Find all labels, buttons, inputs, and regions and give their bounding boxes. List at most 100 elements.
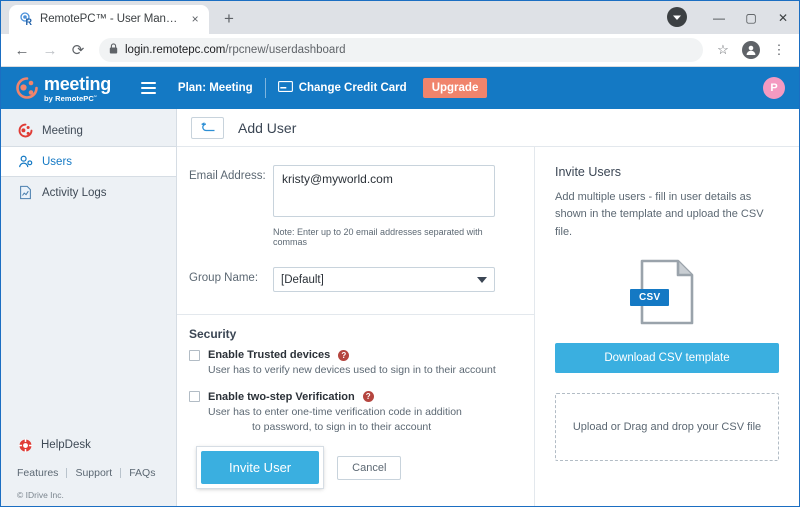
security-option-trusted-devices: Enable Trusted devices ? User has to ver… xyxy=(177,349,534,378)
csv-dropzone-label: Upload or Drag and drop your CSV file xyxy=(572,420,762,433)
group-select-value: [Default] xyxy=(281,273,324,286)
help-icon[interactable]: ? xyxy=(338,349,350,361)
credit-card-icon xyxy=(277,81,293,95)
group-select[interactable]: [Default] xyxy=(273,267,495,293)
invite-user-focus-ring: Invite User xyxy=(197,447,324,489)
new-tab-button[interactable]: + xyxy=(215,5,243,33)
sidebar-item-activity-logs[interactable]: Activity Logs xyxy=(1,177,176,208)
group-field-row: Group Name: [Default] xyxy=(189,251,518,293)
close-window-button[interactable]: ✕ xyxy=(767,2,799,34)
logo-subtext: by RemotePC˜ xyxy=(44,93,97,103)
page-title: Add User xyxy=(238,119,297,136)
email-input[interactable] xyxy=(273,165,495,218)
help-icon[interactable]: ? xyxy=(362,391,374,403)
two-step-description: User has to enter one-time verification … xyxy=(208,405,462,418)
tab-strip: R RemotePC™ - User Management × + — ▢ ✕ xyxy=(1,1,799,34)
csv-dropzone[interactable]: Upload or Drag and drop your CSV file xyxy=(555,392,779,461)
back-arrow-icon[interactable] xyxy=(191,116,224,139)
sidebar-item-meeting[interactable]: Meeting xyxy=(1,115,176,146)
panes: Email Address: Note: Enter up to 20 emai… xyxy=(177,147,799,507)
web-app: meeting by RemotePC˜ Plan: Meeting Chang… xyxy=(1,67,799,507)
change-credit-card-label: Change Credit Card xyxy=(298,82,407,95)
app-header: meeting by RemotePC˜ Plan: Meeting Chang… xyxy=(1,67,799,110)
sidebar-item-users[interactable]: Users xyxy=(1,146,176,178)
lifebuoy-icon xyxy=(17,437,33,453)
invite-users-pane: Invite Users Add multiple users - fill i… xyxy=(535,147,799,506)
tab-close-icon[interactable]: × xyxy=(189,12,201,26)
profile-chip-icon[interactable] xyxy=(667,6,687,27)
url-text: login.remotepc.com/rpcnew/userdashboard xyxy=(125,44,346,56)
meeting-icon xyxy=(17,123,33,139)
forward-button[interactable]: → xyxy=(37,37,63,63)
trusted-devices-label: Enable Trusted devices xyxy=(208,349,331,362)
sidebar-item-label: Meeting xyxy=(42,124,83,137)
email-label: Email Address: xyxy=(189,170,266,183)
browser-tab[interactable]: R RemotePC™ - User Management × xyxy=(9,4,209,34)
invite-user-button[interactable]: Invite User xyxy=(201,451,320,485)
bookmark-star-icon[interactable]: ☆ xyxy=(711,38,735,62)
footer-link-support[interactable]: Support xyxy=(75,467,120,479)
content-area: Add User Email Address: Note: Enter up t… xyxy=(177,109,799,507)
user-avatar[interactable]: P xyxy=(763,77,785,100)
copyright-text: © IDrive Inc. xyxy=(17,490,64,501)
url-path: /rpcnew/userdashboard xyxy=(225,44,346,57)
csv-file-icon: CSV xyxy=(630,259,696,325)
tab-title: RemotePC™ - User Management xyxy=(40,13,183,26)
content-header: Add User xyxy=(177,109,799,148)
group-label: Group Name: xyxy=(189,272,259,285)
divider xyxy=(264,78,266,99)
footer-link-faqs[interactable]: FAQs xyxy=(129,467,163,479)
logo-wordmark: meeting xyxy=(44,73,111,94)
app-body: Meeting Users Activity Logs HelpDesk Fea… xyxy=(1,109,799,507)
svg-text:R: R xyxy=(25,17,32,26)
trusted-devices-description: User has to verify new devices used to s… xyxy=(208,364,496,377)
maximize-button[interactable]: ▢ xyxy=(735,2,767,34)
chevron-down-icon xyxy=(477,276,487,283)
change-credit-card-link[interactable]: Change Credit Card xyxy=(277,81,407,95)
form-section: Email Address: Note: Enter up to 20 emai… xyxy=(177,147,534,296)
hamburger-icon[interactable] xyxy=(140,82,156,95)
browser-toolbar: ← → ⟳ login.remotepc.com/rpcnew/userdash… xyxy=(1,33,799,68)
activity-logs-icon xyxy=(17,185,33,201)
helpdesk-label: HelpDesk xyxy=(41,439,91,452)
account-avatar-icon[interactable] xyxy=(739,38,763,62)
upgrade-button[interactable]: Upgrade xyxy=(422,78,488,99)
sidebar-item-label: Users xyxy=(42,155,73,168)
invite-users-description: Add multiple users - fill in user detail… xyxy=(555,191,764,238)
csv-icon-wrap: CSV xyxy=(555,259,779,325)
two-step-checkbox[interactable] xyxy=(189,391,200,403)
url-host: login.remotepc.com xyxy=(125,44,226,57)
csv-badge-label: CSV xyxy=(630,288,670,306)
reload-button[interactable]: ⟳ xyxy=(65,37,91,63)
two-step-label: Enable two-step Verification xyxy=(208,390,355,403)
sidebar-nav: Meeting Users Activity Logs xyxy=(1,109,176,208)
sidebar-footer: HelpDesk Features Support FAQs © IDrive … xyxy=(1,437,176,506)
two-step-description-line2: to password, to sign in to their account xyxy=(252,420,432,433)
download-csv-template-button[interactable]: Download CSV template xyxy=(555,342,779,373)
sidebar-item-label: Activity Logs xyxy=(42,186,107,199)
meeting-logo[interactable]: meeting by RemotePC˜ xyxy=(15,75,111,103)
invite-users-title: Invite Users xyxy=(555,165,621,180)
plan-label: Plan: Meeting xyxy=(177,82,253,95)
sidebar: Meeting Users Activity Logs HelpDesk Fea… xyxy=(1,109,177,507)
address-bar[interactable]: login.remotepc.com/rpcnew/userdashboard xyxy=(99,38,703,63)
email-field-row: Email Address: Note: Enter up to 20 emai… xyxy=(189,165,518,247)
email-note: Note: Enter up to 20 email addresses sep… xyxy=(273,227,483,248)
lock-icon xyxy=(109,43,118,57)
browser-window: R RemotePC™ - User Management × + — ▢ ✕ … xyxy=(0,0,800,507)
remotepc-favicon-icon: R xyxy=(19,12,34,27)
security-option-two-step: Enable two-step Verification ? User has … xyxy=(177,391,534,435)
helpdesk-link[interactable]: HelpDesk xyxy=(17,437,176,453)
minimize-button[interactable]: — xyxy=(703,2,735,34)
trusted-devices-checkbox[interactable] xyxy=(189,349,200,361)
footer-link-features[interactable]: Features xyxy=(17,467,66,479)
cancel-button[interactable]: Cancel xyxy=(337,455,402,480)
meeting-logo-icon xyxy=(15,76,39,100)
browser-menu-icon[interactable]: ⋮ xyxy=(767,38,791,62)
divider xyxy=(66,468,68,479)
add-user-form-pane: Email Address: Note: Enter up to 20 emai… xyxy=(177,147,535,507)
back-button[interactable]: ← xyxy=(9,37,35,63)
form-actions: Invite User Cancel xyxy=(177,447,534,506)
window-controls: — ▢ ✕ xyxy=(667,1,799,34)
users-icon xyxy=(17,154,33,170)
